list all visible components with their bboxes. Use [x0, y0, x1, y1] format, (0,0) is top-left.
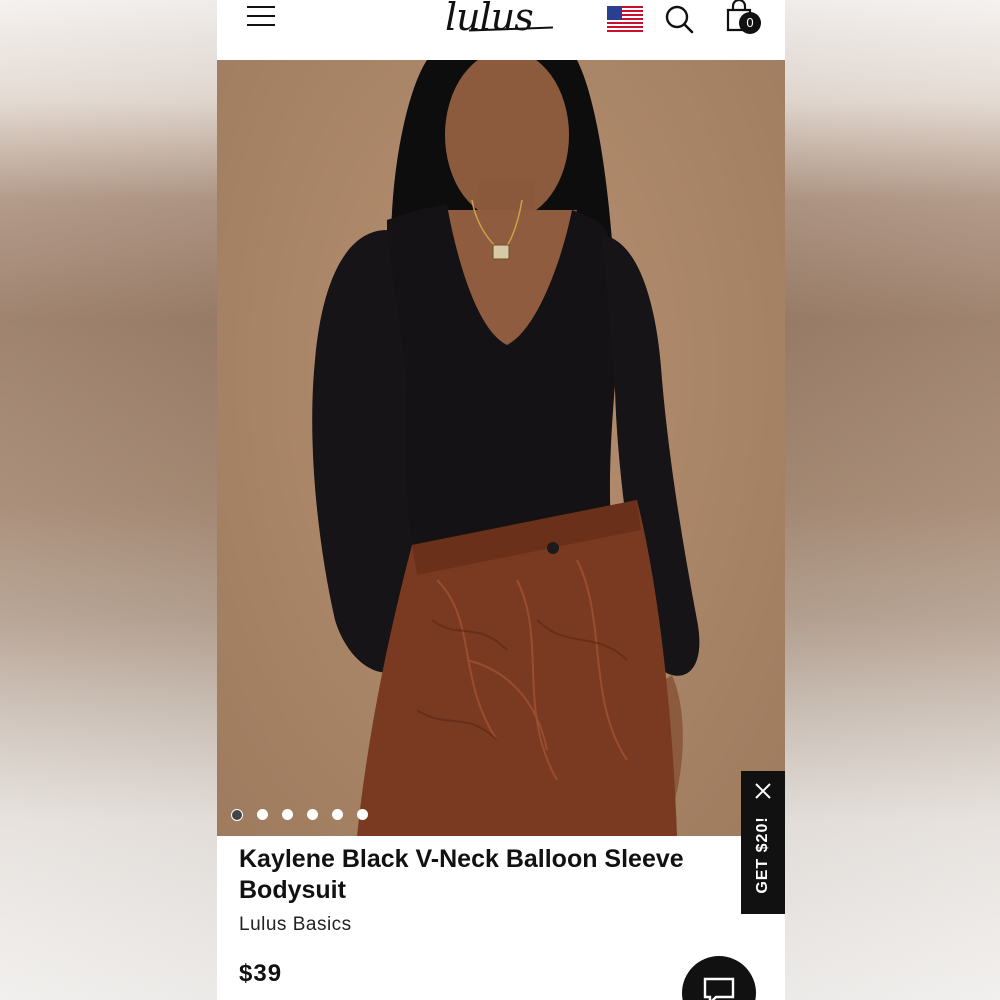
gallery-dot-5[interactable] [332, 809, 343, 820]
product-price: $39 [239, 960, 283, 987]
promo-tab[interactable]: GET $20! [741, 771, 785, 914]
gallery-pagination [231, 809, 368, 823]
gallery-dot-1[interactable] [231, 809, 243, 821]
product-title: Kaylene Black V-Neck Balloon Sleeve Body… [239, 845, 684, 904]
background-blur-right [785, 0, 1000, 1000]
product-brand[interactable]: Lulus Basics [239, 914, 352, 936]
gallery-dot-2[interactable] [257, 809, 268, 820]
site-logo[interactable]: lulus [445, 0, 555, 40]
mobile-page: lulus 0 GET $20! Kaylene Black V-Neck Ba… [217, 0, 785, 1000]
chat-icon [703, 977, 735, 1000]
hamburger-menu-icon[interactable] [247, 4, 275, 28]
close-icon[interactable] [753, 781, 773, 801]
chat-button[interactable] [682, 956, 756, 1000]
background-blur-left [0, 0, 217, 1000]
site-header: lulus 0 [217, 0, 785, 60]
gallery-dot-4[interactable] [307, 809, 318, 820]
cart-count-badge: 0 [739, 12, 761, 34]
gallery-dot-3[interactable] [282, 809, 293, 820]
product-image-gallery[interactable] [217, 60, 785, 836]
us-flag-icon[interactable] [607, 6, 643, 32]
product-photo [312, 60, 700, 836]
promo-label[interactable]: GET $20! [754, 816, 772, 893]
search-icon[interactable] [664, 4, 694, 34]
gallery-dot-6[interactable] [357, 809, 368, 820]
